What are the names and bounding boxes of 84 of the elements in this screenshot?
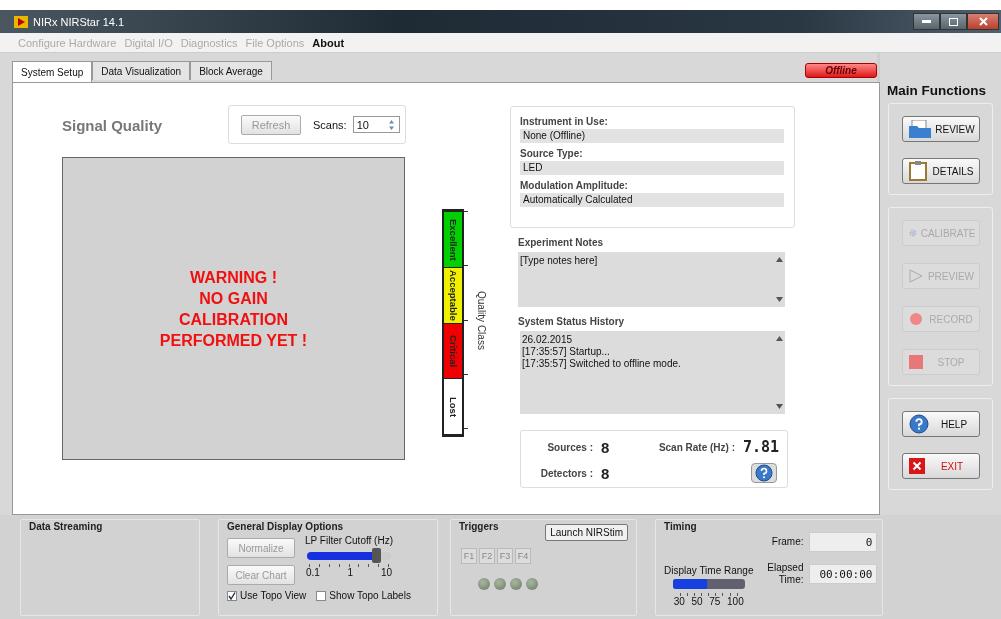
tick-label: 50	[691, 596, 703, 607]
field-label: Modulation Amplitude:	[520, 179, 629, 193]
quality-level-label: Critical	[447, 334, 459, 367]
section-title: System Status History	[518, 316, 626, 327]
launch-button[interactable]: Launch NIRStim	[545, 524, 628, 541]
tick-label: 75	[709, 596, 721, 607]
function-button[interactable]: REVIEW	[901, 116, 980, 142]
sources-value: 8	[600, 438, 611, 456]
stop-icon	[908, 355, 923, 369]
frame-label: Frame:	[770, 536, 804, 548]
tab[interactable]: Block Average	[190, 61, 272, 80]
field-value: None (Offline)	[520, 129, 784, 143]
checkbox[interactable]	[227, 590, 237, 601]
tick-label: 100	[727, 596, 744, 607]
group-title: Timing	[664, 521, 698, 532]
scroll-up-icon	[775, 336, 783, 341]
scroll-down-icon	[775, 404, 783, 409]
clipboard-icon	[908, 161, 927, 181]
sources-label: Sources :	[546, 441, 594, 453]
question-icon	[755, 464, 773, 482]
elapsed-time-label: Elapsed Time:	[766, 562, 804, 586]
checkbox-label: Show Topo Labels	[329, 590, 411, 601]
tab[interactable]: System Setup	[12, 61, 93, 82]
detectors-value: 8	[600, 464, 611, 482]
scan-rate-value: 7.81	[742, 438, 781, 456]
log-line: [17:35:57] Startup...	[522, 346, 611, 358]
minimize-icon	[922, 20, 931, 23]
folder-icon	[908, 120, 931, 138]
minimize-button[interactable]	[913, 13, 940, 30]
elapsed-time-field: 00:00:00	[809, 564, 878, 584]
group-title: Triggers	[459, 521, 499, 532]
field-value: Automatically Calculated	[520, 193, 784, 207]
spinner-arrows-icon	[386, 117, 396, 132]
time-range-slider[interactable]	[672, 579, 745, 589]
slider-label: Display Time Range	[664, 565, 754, 576]
group-title: General Display Options	[227, 521, 345, 532]
record-icon	[908, 312, 923, 326]
scroll-up-icon	[775, 257, 783, 262]
section-title: Signal Quality	[62, 117, 164, 134]
section-title: Experiment Notes	[518, 237, 605, 248]
scan-rate-label: Scan Rate (Hz) :	[657, 441, 736, 453]
checkbox-label: Use Topo View	[240, 590, 307, 601]
close-button[interactable]	[967, 13, 999, 30]
section-title: Main Functions	[887, 83, 987, 98]
scroll-down-icon	[775, 297, 783, 302]
detectors-label: Detectors :	[539, 467, 594, 479]
function-button[interactable]: HELP	[901, 411, 980, 437]
field-value: LED	[520, 161, 784, 175]
maximize-button[interactable]	[940, 13, 967, 30]
close-icon	[908, 458, 925, 474]
quality-level-label: Lost	[447, 396, 459, 417]
scans-field[interactable]: 10	[352, 116, 400, 133]
tick-label: 1	[347, 567, 354, 578]
function-button[interactable]: EXIT	[901, 453, 980, 479]
field-label: Instrument in Use:	[520, 115, 609, 129]
app-icon	[14, 15, 28, 28]
slider-label: LP Filter Cutoff (Hz)	[305, 535, 393, 546]
frame-field: 0	[809, 532, 878, 552]
slider-thumb[interactable]	[371, 548, 381, 563]
scans-label: Scans:	[313, 118, 347, 131]
question-icon	[908, 414, 929, 434]
status-indicator: Offline	[805, 63, 877, 78]
field-label: Source Type:	[520, 147, 584, 161]
checkbox[interactable]	[316, 590, 327, 601]
tick-label: 10	[380, 567, 392, 578]
help-button[interactable]	[751, 463, 777, 483]
group-title: Data Streaming	[29, 521, 104, 532]
window-title: NIRx NIRStar 14.1	[33, 15, 125, 28]
close-icon	[978, 17, 988, 26]
log-line: 26.02.2015	[522, 334, 574, 346]
tick-label: 0.1	[306, 567, 320, 578]
tick-label: 30	[673, 596, 685, 607]
notes-field[interactable]: [Type notes here]	[518, 252, 785, 307]
quality-level-label: Acceptable	[447, 269, 459, 321]
tab[interactable]: Data Visualization	[92, 61, 191, 80]
log-line: [17:35:57] Switched to offline mode.	[522, 358, 682, 370]
check-icon	[228, 591, 236, 600]
function-button[interactable]: DETAILS	[901, 158, 980, 184]
play-icon	[908, 269, 923, 283]
warning-message: WARNING ! NO GAIN CALIBRATION PERFORMED YET !	[159, 267, 308, 351]
axis-label: Quality Class	[476, 291, 487, 350]
maximize-icon	[949, 17, 958, 26]
menu-item[interactable]: About	[312, 36, 345, 49]
quality-level-label: Excellent	[447, 218, 459, 261]
